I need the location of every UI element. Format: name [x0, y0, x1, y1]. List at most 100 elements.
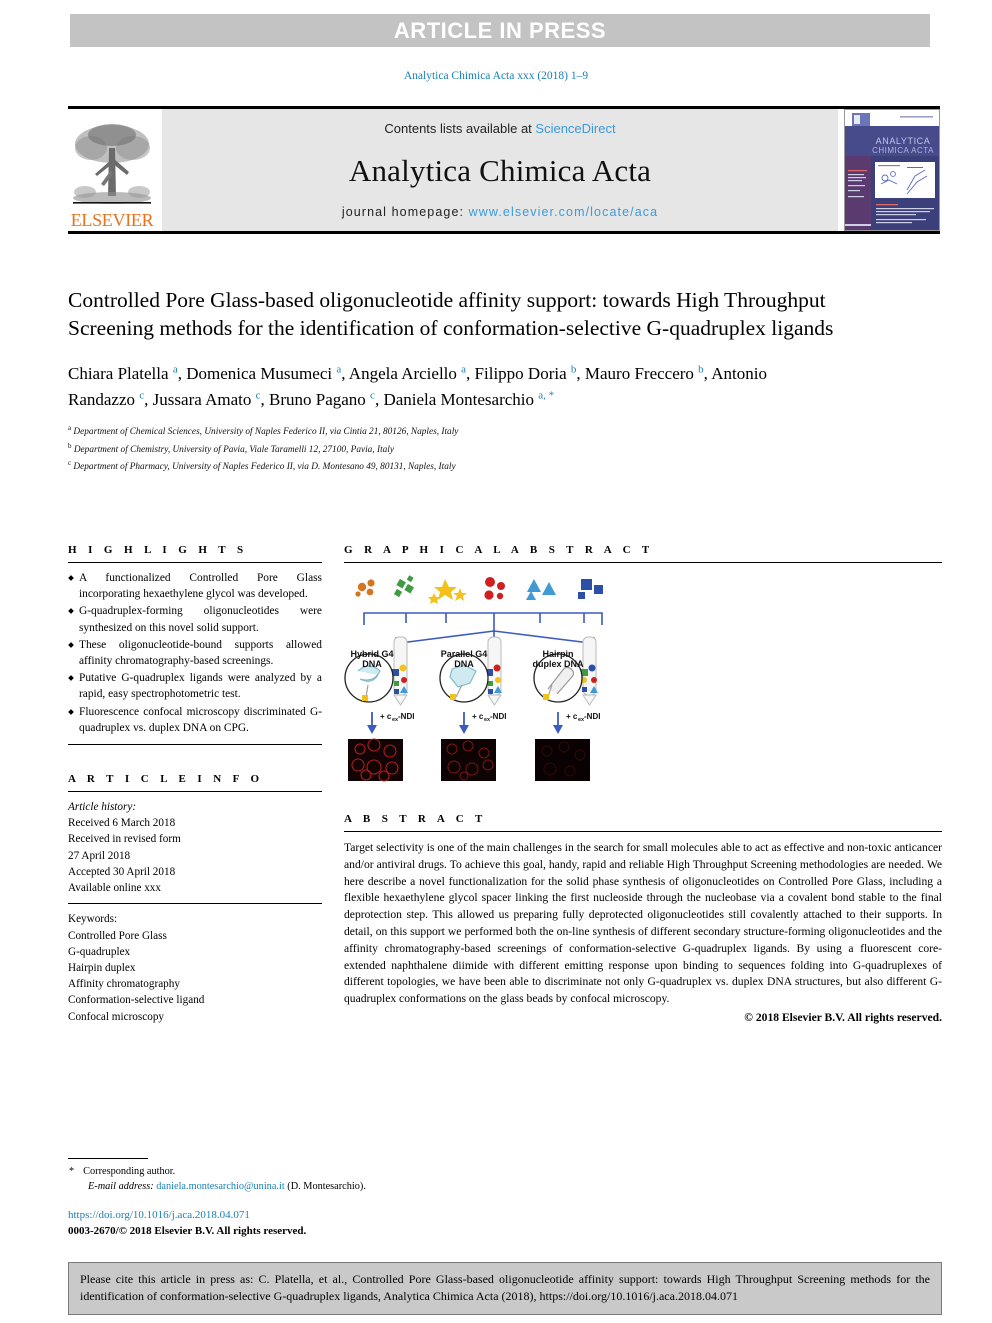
svg-text:-NDI: -NDI [490, 712, 506, 721]
ga-label-1-line1: Hybrid G4 [350, 649, 393, 659]
ga-arrow-label-2: + c [472, 712, 484, 721]
article-in-press-banner: ARTICLE IN PRESS [70, 14, 930, 47]
affiliation-marker: b [68, 441, 72, 450]
journal-homepage-link[interactable]: www.elsevier.com/locate/aca [469, 205, 659, 219]
ga-label-1-line2: DNA [362, 659, 382, 669]
article-history-line: 27 April 2018 [68, 849, 131, 862]
keywords-label: Keywords: [68, 913, 118, 926]
corresponding-author-note: * Corresponding author. [68, 1164, 568, 1179]
article-history-label: Article history: [68, 800, 137, 813]
ligand-cluster-5 [526, 579, 556, 600]
email-suffix: (D. Montesarchio). [287, 1181, 366, 1193]
highlight-item: Putative G-quadruplex ligands were analy… [68, 670, 322, 702]
article-history-line: Received 6 March 2018 [68, 817, 176, 830]
author-affiliation-marker: a [461, 363, 467, 376]
journal-title: Analytica Chimica Acta [348, 152, 652, 188]
two-column-body: H I G H L I G H T S A functionalized Con… [68, 544, 942, 1025]
keyword-item: Affinity chromatography [68, 978, 180, 991]
ligand-cluster-3 [428, 579, 467, 604]
issn-copyright-line: 0003-2670/© 2018 Elsevier B.V. All right… [68, 1224, 307, 1237]
author-affiliation-marker: b [570, 363, 577, 376]
author-affiliation-marker: a, * [538, 389, 555, 402]
article-in-press-label: ARTICLE IN PRESS [393, 17, 607, 43]
masthead-bottom-rule [68, 231, 940, 234]
article-history-line: Available online xxx [68, 882, 161, 895]
graphical-abstract-figure: Hybrid G4 DNA Parallel G4 DNA Hairpin du… [344, 563, 942, 793]
journal-article-page: ARTICLE IN PRESS Analytica Chimica Acta … [0, 0, 992, 1323]
ga-arrow-label-1: + c [380, 712, 392, 721]
keyword-item: Conformation-selective ligand [68, 994, 205, 1007]
journal-masthead: ELSEVIER Contents lists available at Sci… [68, 106, 940, 234]
cover-art: ANALYTICA CHIMICA ACTA [845, 110, 939, 230]
abstract-heading: A B S T R A C T [344, 813, 487, 825]
author-name: Domenica Musumeci [186, 363, 337, 383]
footnotes-block: * Corresponding author. E-mail address: d… [68, 1158, 568, 1195]
highlight-item: Fluorescence confocal microscopy discrim… [68, 704, 322, 736]
ligand-cluster-1 [355, 579, 375, 597]
highlights-heading: H I G H L I G H T S [68, 544, 248, 556]
keywords-lines: Controlled Pore Glass G-quadruplex Hairpin… [68, 928, 322, 1025]
ga-label-3-line1: Hairpin [542, 649, 573, 659]
collection-bracket [363, 612, 603, 631]
author-name: Angela Arciello [348, 363, 462, 383]
article-history-lines: Received 6 March 2018 Received in revised… [68, 815, 322, 896]
affiliation-line: a Department of Chemical Sciences, Unive… [68, 424, 459, 438]
keywords-block: Keywords: Controlled Pore Glass G-quadrup… [68, 904, 322, 1025]
author-affiliation-marker: a [336, 363, 342, 376]
ga-label-2-line1: Parallel G4 [441, 649, 488, 659]
abstract-text: Target selectivity is one of the main ch… [344, 841, 942, 1006]
abstract-copyright: © 2018 Elsevier B.V. All rights reserved… [744, 1010, 942, 1024]
author-name: Daniela Montesarchio [383, 390, 539, 410]
svg-text:CHIMICA ACTA: CHIMICA ACTA [872, 146, 934, 155]
affiliation-line: b Department of Chemistry, University of… [68, 441, 395, 455]
cite-text: Please cite this article in press as: C.… [80, 1272, 930, 1304]
affiliation-marker: c [68, 458, 72, 467]
author-name: Mauro Freccero [584, 363, 699, 383]
author-name: Jussara Amato [152, 390, 256, 410]
sciencedirect-link[interactable]: ScienceDirect [535, 121, 615, 136]
graphical-abstract-svg: Hybrid G4 DNA Parallel G4 DNA Hairpin du… [344, 575, 603, 782]
left-column: H I G H L I G H T S A functionalized Con… [68, 544, 322, 1025]
doi-link[interactable]: https://doi.org/10.1016/j.aca.2018.04.07… [68, 1208, 306, 1224]
author-affiliation-marker: c [139, 389, 145, 402]
author-name: Chiara Platella [68, 363, 173, 383]
journal-cover-thumbnail: ANALYTICA CHIMICA ACTA [844, 109, 940, 231]
keyword-item: Hairpin duplex [68, 961, 136, 974]
micrograph-2 [441, 739, 496, 781]
email-note: E-mail address: daniela.montesarchio@uni… [68, 1179, 568, 1194]
graphical-abstract-heading: G R A P H I C A L A B S T R A C T [344, 544, 654, 556]
ga-arrow-label-3: + c [566, 712, 578, 721]
article-title: Controlled Pore Glass-based oligonucleot… [68, 288, 834, 341]
author-affiliation-marker: c [255, 389, 261, 402]
doi-block: https://doi.org/10.1016/j.aca.2018.04.07… [68, 1208, 306, 1240]
article-history-line: Received in revised form [68, 833, 181, 846]
keyword-item: G-quadruplex [68, 945, 131, 958]
cite-this-article-box: Please cite this article in press as: C.… [68, 1262, 942, 1316]
elsevier-wordmark: ELSEVIER [70, 210, 154, 230]
corresponding-author-text: Corresponding author. [83, 1166, 176, 1177]
highlights-list: A functionalized Controlled Pore Glass i… [68, 563, 322, 744]
journal-homepage-line: journal homepage: www.elsevier.com/locat… [342, 205, 658, 219]
elsevier-tree-icon [73, 124, 151, 204]
author-affiliation-marker: c [370, 389, 375, 402]
ga-label-3-line2: duplex DNA [532, 659, 584, 669]
asterisk-icon: * [69, 1166, 75, 1177]
ligand-cluster-2 [393, 575, 414, 598]
contents-prefix: Contents lists available at [384, 121, 536, 136]
running-head: Analytica Chimica Acta xxx (2018) 1–9 [403, 70, 589, 82]
keyword-item: Confocal microscopy [68, 1010, 165, 1023]
svg-text:ANALYTICA: ANALYTICA [876, 136, 931, 146]
highlight-item: These oligonucleotide-bound supports all… [68, 637, 322, 669]
email-link[interactable]: daniela.montesarchio@unina.it [156, 1181, 284, 1192]
svg-text:-NDI: -NDI [398, 712, 414, 721]
ligand-cluster-6 [578, 579, 603, 599]
affiliation-list: a Department of Chemical Sciences, Unive… [68, 423, 940, 474]
email-label: E-mail address: [88, 1181, 154, 1193]
author-name: Filippo Doria [474, 363, 571, 383]
article-info-heading: A R T I C L E I N F O [68, 772, 264, 785]
author-affiliation-marker: b [698, 363, 704, 376]
keyword-item: Controlled Pore Glass [68, 929, 167, 942]
affiliation-line: c Department of Pharmacy, University of … [68, 458, 456, 472]
article-history-line: Accepted 30 April 2018 [68, 865, 176, 878]
right-column: G R A P H I C A L A B S T R A C T Hybrid… [344, 544, 942, 1025]
